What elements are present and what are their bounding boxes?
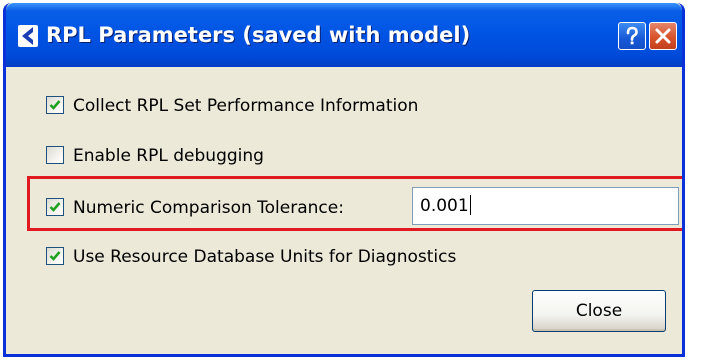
collect-performance-checkbox[interactable] bbox=[46, 96, 64, 114]
tolerance-input[interactable]: 0.001 bbox=[412, 187, 679, 225]
help-button[interactable] bbox=[618, 22, 646, 50]
checkmark-icon bbox=[49, 202, 61, 212]
rpl-app-icon bbox=[18, 25, 38, 47]
window-close-button[interactable] bbox=[649, 22, 677, 50]
checkmark-icon bbox=[49, 251, 61, 261]
window-title: RPL Parameters (saved with model) bbox=[46, 23, 471, 47]
tolerance-value: 0.001 bbox=[420, 196, 469, 216]
title-bar[interactable]: RPL Parameters (saved with model) bbox=[6, 3, 682, 67]
checkmark-icon bbox=[49, 100, 61, 110]
close-button[interactable]: Close bbox=[532, 290, 666, 332]
rpl-parameters-dialog: RPL Parameters (saved with model) Collec… bbox=[3, 3, 685, 357]
resource-db-units-checkbox[interactable] bbox=[46, 247, 64, 265]
text-caret bbox=[469, 194, 471, 215]
resource-db-units-label: Use Resource Database Units for Diagnost… bbox=[73, 247, 457, 267]
enable-debugging-label: Enable RPL debugging bbox=[73, 146, 264, 166]
numeric-tolerance-checkbox[interactable] bbox=[46, 198, 64, 216]
close-icon bbox=[655, 28, 671, 44]
enable-debugging-checkbox[interactable] bbox=[46, 146, 64, 164]
numeric-tolerance-label: Numeric Comparison Tolerance: bbox=[73, 198, 344, 218]
help-icon bbox=[626, 26, 638, 45]
collect-performance-label: Collect RPL Set Performance Information bbox=[73, 96, 419, 116]
